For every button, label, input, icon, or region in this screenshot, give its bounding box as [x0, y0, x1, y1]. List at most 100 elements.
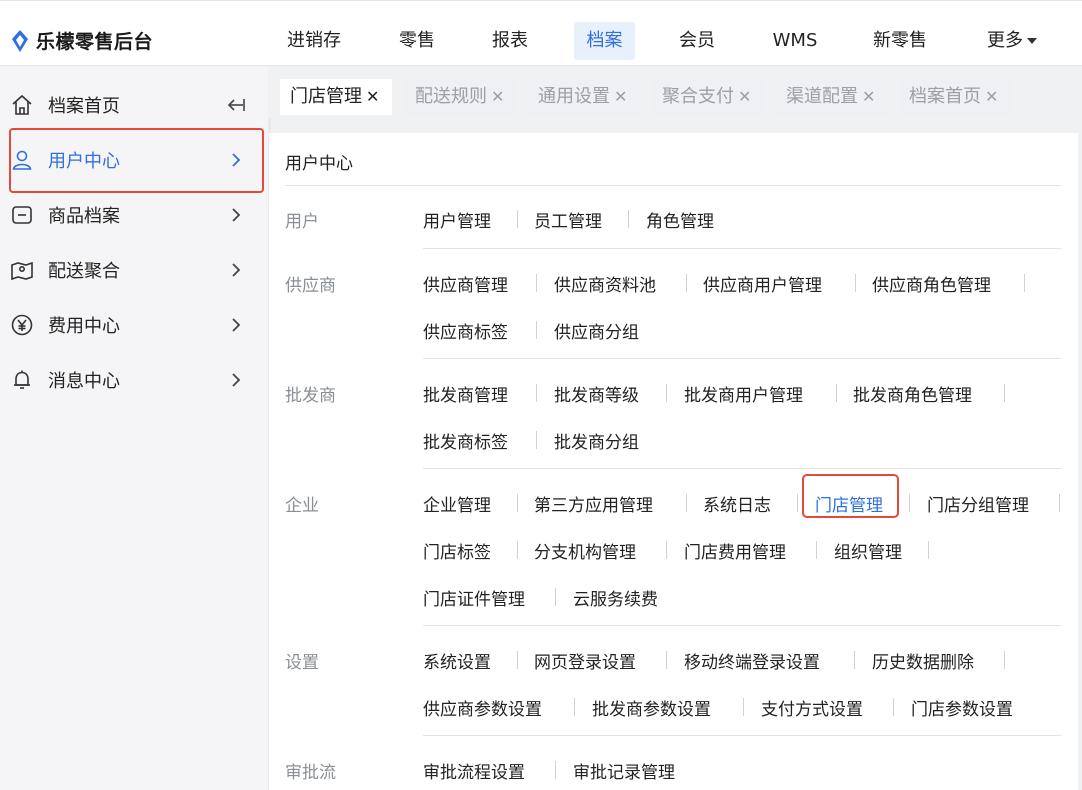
sidebar-item-message-center[interactable]: 消息中心: [0, 355, 268, 405]
link-user-management[interactable]: 用户管理: [423, 207, 491, 232]
link-store-param-settings[interactable]: 门店参数设置: [911, 695, 1013, 720]
nav-more-label: 更多: [987, 30, 1023, 51]
app-logo[interactable]: 乐檬零售后台: [10, 27, 153, 54]
link-web-login-settings[interactable]: 网页登录设置: [534, 648, 636, 673]
link-mobile-login-settings[interactable]: 移动终端登录设置: [684, 648, 820, 673]
tab-label: 通用设置: [538, 86, 610, 107]
separator: [628, 210, 629, 228]
link-supplier-param-settings[interactable]: 供应商参数设置: [423, 695, 542, 720]
collapse-sidebar-icon[interactable]: [226, 95, 246, 115]
sidebar-item-label: 费用中心: [48, 316, 120, 337]
link-supplier-role-management[interactable]: 供应商角色管理: [872, 271, 991, 296]
separator: [854, 651, 855, 669]
group-label-user: 用户: [285, 212, 319, 232]
nav-new-retail[interactable]: 新零售: [862, 22, 938, 60]
user-center-menu-panel: 用户中心 用户 用户管理 员工管理 角色管理 供应商 供应商管理 供应商资料池 …: [269, 133, 1078, 790]
nav-retail[interactable]: 零售: [384, 22, 450, 60]
close-icon[interactable]: ✕: [614, 87, 627, 106]
nav-archive[interactable]: 档案: [574, 22, 635, 60]
link-wholesaler-management[interactable]: 批发商管理: [423, 381, 508, 406]
link-enterprise-management[interactable]: 企业管理: [423, 491, 491, 516]
link-wholesaler-role-management[interactable]: 批发商角色管理: [853, 381, 972, 406]
link-organization-management[interactable]: 组织管理: [834, 538, 902, 563]
separator: [517, 651, 518, 669]
link-supplier-user-management[interactable]: 供应商用户管理: [703, 271, 822, 296]
separator: [555, 761, 556, 779]
divider: [423, 735, 1061, 736]
bell-icon: [14, 370, 30, 389]
caret-down-icon: [1027, 38, 1037, 44]
separator: [555, 588, 556, 606]
separator: [536, 384, 537, 402]
tab-label: 档案首页: [909, 86, 981, 107]
link-system-settings[interactable]: 系统设置: [423, 648, 491, 673]
nav-inventory[interactable]: 进销存: [276, 22, 352, 60]
sidebar-item-label: 档案首页: [48, 96, 120, 117]
link-history-data-delete[interactable]: 历史数据删除: [872, 648, 974, 673]
link-wholesaler-groups[interactable]: 批发商分组: [554, 428, 639, 453]
divider: [423, 468, 1061, 469]
nav-reports[interactable]: 报表: [477, 22, 543, 60]
sidebar-item-fee-center[interactable]: 费用中心: [0, 300, 268, 350]
separator: [893, 698, 894, 716]
separator: [1004, 651, 1005, 669]
separator: [928, 541, 929, 559]
close-icon[interactable]: ✕: [862, 87, 875, 106]
link-wholesaler-levels[interactable]: 批发商等级: [554, 381, 639, 406]
nav-wms[interactable]: WMS: [760, 22, 830, 60]
divider: [423, 625, 1061, 626]
nav-more[interactable]: 更多: [976, 22, 1048, 60]
link-approval-flow-settings[interactable]: 审批流程设置: [423, 758, 525, 783]
link-store-tags[interactable]: 门店标签: [423, 538, 491, 563]
separator: [816, 541, 817, 559]
link-supplier-groups[interactable]: 供应商分组: [554, 318, 639, 343]
link-branch-management[interactable]: 分支机构管理: [534, 538, 636, 563]
separator: [1024, 274, 1025, 292]
tab-general-settings[interactable]: 通用设置 ✕: [528, 79, 640, 115]
link-store-group-management[interactable]: 门店分组管理: [927, 491, 1029, 516]
link-wholesaler-tags[interactable]: 批发商标签: [423, 428, 508, 453]
close-icon[interactable]: ✕: [491, 87, 504, 106]
separator: [836, 384, 837, 402]
sidebar-item-delivery[interactable]: 配送聚合: [0, 245, 268, 295]
sidebar-item-label: 商品档案: [48, 206, 120, 227]
group-label-settings: 设置: [285, 653, 319, 673]
group-label-supplier: 供应商: [285, 276, 336, 296]
link-system-log[interactable]: 系统日志: [703, 491, 771, 516]
separator: [666, 384, 667, 402]
close-icon[interactable]: ✕: [738, 87, 751, 106]
tab-aggregate-payment[interactable]: 聚合支付 ✕: [652, 79, 764, 115]
separator: [909, 494, 910, 512]
nav-member[interactable]: 会员: [664, 22, 730, 60]
link-role-management[interactable]: 角色管理: [646, 207, 714, 232]
tab-delivery-rules[interactable]: 配送规则 ✕: [405, 79, 517, 115]
separator: [797, 494, 798, 512]
link-cloud-service-renewal[interactable]: 云服务续费: [573, 585, 658, 610]
tab-archive-home[interactable]: 档案首页 ✕: [899, 79, 1011, 115]
link-store-license-management[interactable]: 门店证件管理: [423, 585, 525, 610]
sidebar-item-goods-archive[interactable]: 商品档案: [0, 190, 268, 240]
divider: [285, 185, 1061, 186]
link-staff-management[interactable]: 员工管理: [534, 207, 602, 232]
app-name: 乐檬零售后台: [36, 31, 154, 53]
close-icon[interactable]: ✕: [366, 87, 379, 106]
link-supplier-management[interactable]: 供应商管理: [423, 271, 508, 296]
sidebar-item-archive-home[interactable]: 档案首页: [0, 80, 268, 130]
tab-channel-config[interactable]: 渠道配置 ✕: [776, 79, 888, 115]
map-icon: [11, 261, 33, 281]
group-label-enterprise: 企业: [285, 496, 319, 516]
link-approval-record-management[interactable]: 审批记录管理: [573, 758, 675, 783]
goods-icon: [12, 206, 32, 224]
link-wholesaler-param-settings[interactable]: 批发商参数设置: [592, 695, 711, 720]
close-icon[interactable]: ✕: [985, 87, 998, 106]
link-supplier-tags[interactable]: 供应商标签: [423, 318, 508, 343]
link-supplier-data-pool[interactable]: 供应商资料池: [554, 271, 656, 296]
tab-store-management[interactable]: 门店管理 ✕: [280, 79, 392, 115]
home-icon: [12, 94, 32, 115]
link-wholesaler-user-management[interactable]: 批发商用户管理: [684, 381, 803, 406]
chevron-right-icon: [232, 373, 241, 387]
link-third-party-app-management[interactable]: 第三方应用管理: [534, 491, 653, 516]
separator: [536, 274, 537, 292]
link-store-fee-management[interactable]: 门店费用管理: [684, 538, 786, 563]
link-payment-method-settings[interactable]: 支付方式设置: [761, 695, 863, 720]
